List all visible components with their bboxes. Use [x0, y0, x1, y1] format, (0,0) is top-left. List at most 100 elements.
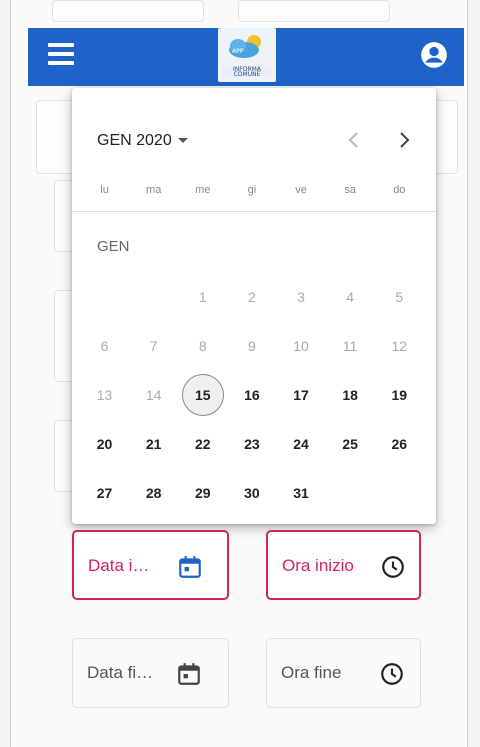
calendar-week-row: 27 28 29 30 31 [80, 468, 428, 517]
weekday-label: lu [100, 184, 109, 196]
calendar-day-number: 31 [293, 484, 309, 501]
calendar-day: 14 [129, 370, 178, 419]
calendar-day-number: 18 [342, 386, 358, 403]
month-label: GEN [97, 238, 130, 255]
calendar-day: 9 [227, 321, 276, 370]
calendar-empty-cell [375, 468, 424, 517]
weekday-header: lu ma me gi ve sa do [80, 184, 428, 200]
chevron-right-icon[interactable] [392, 128, 416, 152]
calendar-day[interactable]: 17 [277, 370, 326, 419]
start-time-label: Ora inizio [282, 556, 354, 575]
calendar-day[interactable]: 23 [227, 419, 276, 468]
month-year-selector[interactable]: GEN 2020 [97, 132, 188, 150]
calendar-day-number: 28 [145, 484, 162, 501]
calendar-week-row: 13 14 15 16 17 18 19 [80, 370, 428, 419]
weekday-label: sa [344, 184, 356, 196]
app-header: APP INFORMA COMUNE [28, 28, 464, 86]
start-time-field[interactable]: Ora inizio [266, 530, 421, 600]
calendar-icon[interactable] [177, 554, 203, 580]
calendar-day-number: 15 [181, 373, 224, 416]
calendar-day: 2 [227, 272, 276, 321]
caret-down-icon [177, 138, 188, 144]
end-time-label: Ora fine [281, 663, 342, 682]
weekday-label: ve [295, 184, 307, 196]
calendar-day[interactable]: 20 [80, 419, 129, 468]
bg-card [52, 0, 204, 22]
logo-text: INFORMA COMUNE [221, 67, 273, 78]
calendar-week-row: 20 21 22 23 24 25 26 [80, 419, 428, 468]
chevron-left-icon[interactable] [342, 128, 366, 152]
calendar-day-number: 13 [96, 386, 113, 403]
svg-text:APP: APP [232, 48, 244, 55]
clock-icon[interactable] [379, 661, 405, 687]
calendar-day: 12 [375, 321, 424, 370]
calendar-day-number: 23 [244, 435, 260, 452]
calendar-day-number [134, 277, 174, 317]
weekday-label: do [393, 184, 406, 196]
calendar-day: 4 [326, 272, 375, 321]
calendar-day[interactable]: 18 [326, 370, 375, 419]
calendar-day[interactable]: 19 [375, 370, 424, 419]
calendar-day-number: 6 [100, 337, 109, 354]
calendar-day-today[interactable]: 15 [178, 370, 227, 419]
calendar-day[interactable]: 28 [129, 468, 178, 517]
start-date-field[interactable]: Data i… [72, 530, 229, 600]
calendar-day-number [330, 473, 370, 513]
weather-cloud-icon: APP [229, 35, 261, 58]
calendar-day[interactable]: 31 [277, 468, 326, 517]
calendar-day[interactable]: 27 [80, 468, 129, 517]
calendar-day-number: 24 [293, 435, 309, 452]
calendar-day: 1 [178, 272, 227, 321]
calendar-day-number: 12 [391, 337, 408, 354]
calendar-day[interactable]: 25 [326, 419, 375, 468]
calendar-day: 7 [129, 321, 178, 370]
start-date-label: Data i… [88, 556, 150, 575]
menu-icon[interactable] [48, 43, 74, 65]
end-time-field[interactable]: Ora fine [266, 638, 421, 708]
calendar-day-number: 29 [195, 484, 211, 501]
app-logo: APP INFORMA COMUNE [218, 28, 276, 82]
calendar-day-number: 11 [342, 337, 358, 354]
calendar-day-number: 7 [149, 337, 158, 354]
calendar-day-number: 4 [346, 288, 355, 305]
calendar-day-number: 26 [391, 435, 408, 452]
calendar-day[interactable]: 29 [178, 468, 227, 517]
calendar-day[interactable]: 22 [178, 419, 227, 468]
calendar-day-number: 30 [244, 484, 260, 501]
calendar-day[interactable]: 16 [227, 370, 276, 419]
calendar-week-row: 1 2 3 4 5 [80, 272, 428, 321]
clock-icon[interactable] [380, 554, 406, 580]
calendar-day: 5 [375, 272, 424, 321]
calendar-day-number: 10 [293, 337, 309, 354]
calendar-day[interactable]: 26 [375, 419, 424, 468]
calendar-day-number: 9 [248, 337, 256, 354]
calendar-day-number: 21 [145, 435, 162, 452]
calendar-week-row: 6 7 8 9 10 11 12 [80, 321, 428, 370]
divider [72, 211, 436, 212]
calendar-empty-cell [129, 272, 178, 321]
calendar-day-number [379, 473, 419, 513]
end-date-field[interactable]: Data fi… [72, 638, 229, 708]
weekday-label: me [195, 184, 211, 196]
calendar-day[interactable]: 30 [227, 468, 276, 517]
calendar-day[interactable]: 24 [277, 419, 326, 468]
datepicker-popup: GEN 2020 lu ma me gi ve sa do GEN 1 2 3 4 5 6 7 8 9 10 1… [72, 88, 436, 524]
calendar-empty-cell [80, 272, 129, 321]
calendar-day-number: 3 [297, 288, 305, 305]
calendar-day-number: 14 [145, 386, 162, 403]
calendar-day-number: 5 [395, 288, 404, 305]
calendar-day-number: 20 [96, 435, 113, 452]
calendar-day: 13 [80, 370, 129, 419]
bg-card [238, 0, 390, 22]
weekday-label: gi [247, 184, 257, 196]
calendar-day: 6 [80, 321, 129, 370]
month-year-label: GEN 2020 [97, 132, 172, 149]
calendar-icon[interactable] [176, 661, 202, 687]
calendar-day-number: 19 [391, 386, 408, 403]
calendar-day[interactable]: 21 [129, 419, 178, 468]
calendar-day-number: 16 [244, 386, 260, 403]
calendar-day-number: 27 [96, 484, 113, 501]
account-circle-icon[interactable] [420, 41, 448, 69]
calendar-day-number: 17 [293, 386, 309, 403]
calendar-day-number: 8 [198, 337, 207, 354]
